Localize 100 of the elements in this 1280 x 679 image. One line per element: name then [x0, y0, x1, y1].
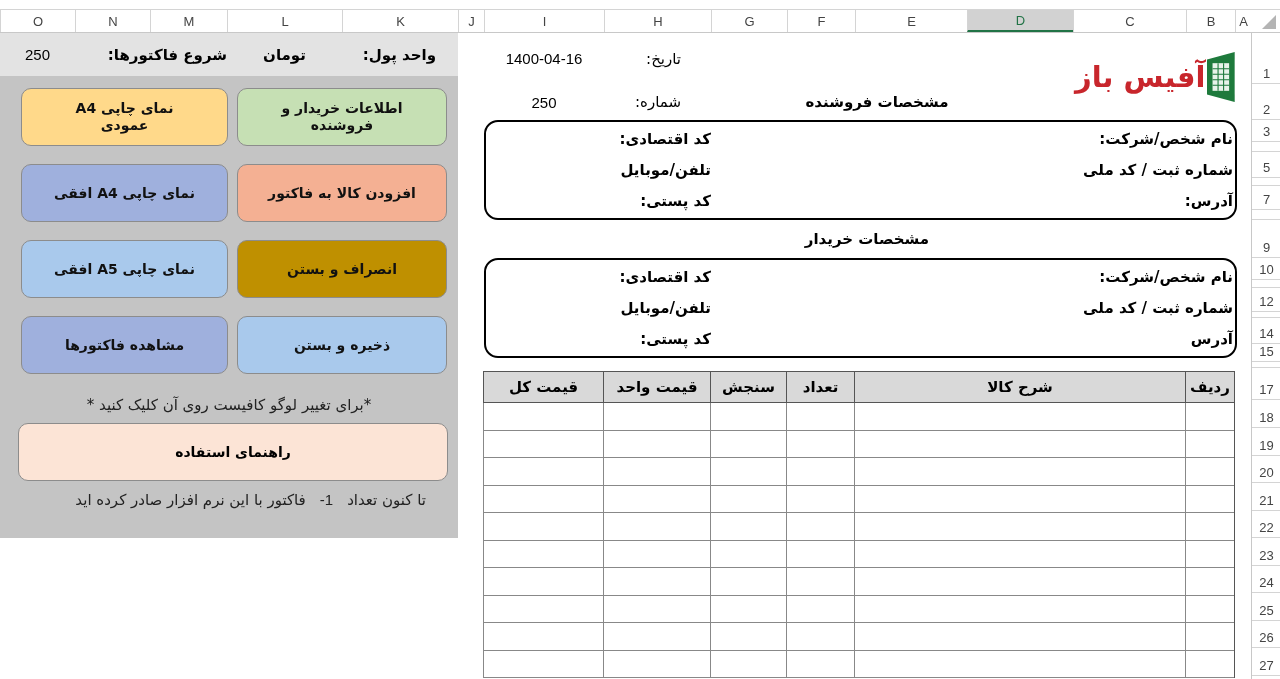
table-cell[interactable] — [854, 623, 1185, 651]
table-cell[interactable] — [710, 540, 786, 568]
table-cell[interactable] — [786, 650, 854, 678]
select-all-icon[interactable] — [1262, 15, 1276, 29]
table-cell[interactable] — [854, 595, 1185, 623]
table-cell[interactable] — [1185, 403, 1234, 431]
table-cell[interactable] — [1185, 568, 1234, 596]
column-header[interactable]: M — [150, 10, 227, 32]
table-cell[interactable] — [854, 458, 1185, 486]
row-number[interactable]: 18 — [1259, 410, 1274, 425]
macro-button[interactable]: نمای چاپی A4 افقی — [21, 164, 228, 222]
table-cell[interactable] — [483, 623, 603, 651]
table-cell[interactable] — [854, 513, 1185, 541]
row-number[interactable]: 7 — [1262, 192, 1271, 207]
row-number[interactable]: 2 — [1262, 102, 1271, 117]
table-cell[interactable] — [710, 623, 786, 651]
table-cell[interactable] — [603, 540, 710, 568]
table-cell[interactable] — [786, 568, 854, 596]
table-cell[interactable] — [603, 650, 710, 678]
table-cell[interactable] — [786, 513, 854, 541]
table-cell[interactable] — [483, 568, 603, 596]
table-cell[interactable] — [603, 485, 710, 513]
column-header[interactable]: E — [855, 10, 967, 32]
column-header[interactable]: N — [75, 10, 150, 32]
row-number[interactable]: 3 — [1262, 124, 1271, 139]
table-cell[interactable] — [483, 540, 603, 568]
table-cell[interactable] — [483, 513, 603, 541]
column-header[interactable]: D — [967, 10, 1073, 32]
row-number[interactable]: 5 — [1262, 160, 1271, 175]
table-cell[interactable] — [710, 485, 786, 513]
row-number[interactable]: 24 — [1259, 575, 1274, 590]
table-cell[interactable] — [603, 458, 710, 486]
row-number[interactable]: 12 — [1259, 294, 1274, 309]
table-cell[interactable] — [483, 430, 603, 458]
column-header[interactable]: H — [604, 10, 711, 32]
table-cell[interactable] — [1185, 513, 1234, 541]
row-number[interactable]: 23 — [1259, 547, 1274, 563]
table-cell[interactable] — [710, 650, 786, 678]
row-number[interactable]: 14 — [1259, 326, 1274, 341]
column-header[interactable]: L — [227, 10, 342, 32]
table-cell[interactable] — [854, 430, 1185, 458]
table-cell[interactable] — [710, 595, 786, 623]
row-number[interactable]: 9 — [1262, 240, 1271, 255]
table-cell[interactable] — [483, 403, 603, 431]
spreadsheet-icon[interactable] — [1207, 49, 1235, 104]
table-cell[interactable] — [786, 595, 854, 623]
table-cell[interactable] — [1185, 540, 1234, 568]
table-cell[interactable] — [603, 403, 710, 431]
table-cell[interactable] — [1185, 623, 1234, 651]
row-number[interactable]: 25 — [1259, 602, 1274, 618]
table-cell[interactable] — [603, 595, 710, 623]
table-cell[interactable] — [710, 430, 786, 458]
row-number[interactable]: 1 — [1262, 66, 1271, 81]
row-number[interactable]: 15 — [1259, 344, 1274, 359]
macro-button[interactable]: افزودن کالا به فاکتور — [237, 164, 447, 222]
table-cell[interactable] — [483, 595, 603, 623]
table-cell[interactable] — [854, 540, 1185, 568]
macro-button[interactable]: ذخیره و بستن — [237, 316, 447, 374]
table-cell[interactable] — [603, 568, 710, 596]
table-cell[interactable] — [854, 403, 1185, 431]
row-number[interactable]: 26 — [1259, 630, 1274, 645]
table-cell[interactable] — [710, 403, 786, 431]
row-number[interactable]: 22 — [1259, 520, 1274, 535]
macro-button[interactable]: نمای چاپی A5 افقی — [21, 240, 228, 298]
table-cell[interactable] — [1185, 458, 1234, 486]
row-number[interactable]: 10 — [1259, 262, 1274, 277]
column-header[interactable]: F — [787, 10, 855, 32]
row-number[interactable]: 17 — [1259, 382, 1274, 397]
column-header[interactable]: B — [1186, 10, 1235, 32]
table-cell[interactable] — [786, 403, 854, 431]
table-cell[interactable] — [854, 485, 1185, 513]
table-cell[interactable] — [710, 568, 786, 596]
table-cell[interactable] — [786, 430, 854, 458]
table-cell[interactable] — [786, 458, 854, 486]
table-cell[interactable] — [603, 513, 710, 541]
table-cell[interactable] — [786, 540, 854, 568]
table-cell[interactable] — [1185, 595, 1234, 623]
logo[interactable]: آفیس باز — [1075, 59, 1206, 94]
table-cell[interactable] — [483, 485, 603, 513]
table-cell[interactable] — [483, 650, 603, 678]
table-cell[interactable] — [786, 485, 854, 513]
macro-button[interactable]: مشاهده فاکتورها — [21, 316, 228, 374]
column-header[interactable]: K — [342, 10, 458, 32]
table-cell[interactable] — [603, 430, 710, 458]
table-cell[interactable] — [854, 650, 1185, 678]
help-button[interactable]: راهنمای استفاده — [18, 423, 448, 481]
macro-button[interactable]: اطلاعات خریدار و فروشنده — [237, 88, 447, 146]
table-cell[interactable] — [603, 623, 710, 651]
row-number[interactable]: 19 — [1259, 437, 1274, 453]
row-number[interactable]: 27 — [1259, 657, 1274, 673]
macro-button[interactable]: نمای چاپی A4 عمودی — [21, 88, 228, 146]
row-number[interactable]: 20 — [1259, 465, 1274, 480]
table-cell[interactable] — [483, 458, 603, 486]
macro-button[interactable]: انصراف و بستن — [237, 240, 447, 298]
table-cell[interactable] — [1185, 485, 1234, 513]
table-cell[interactable] — [786, 623, 854, 651]
table-cell[interactable] — [1185, 650, 1234, 678]
column-header[interactable]: I — [484, 10, 604, 32]
column-header[interactable]: J — [458, 10, 484, 32]
table-cell[interactable] — [710, 513, 786, 541]
